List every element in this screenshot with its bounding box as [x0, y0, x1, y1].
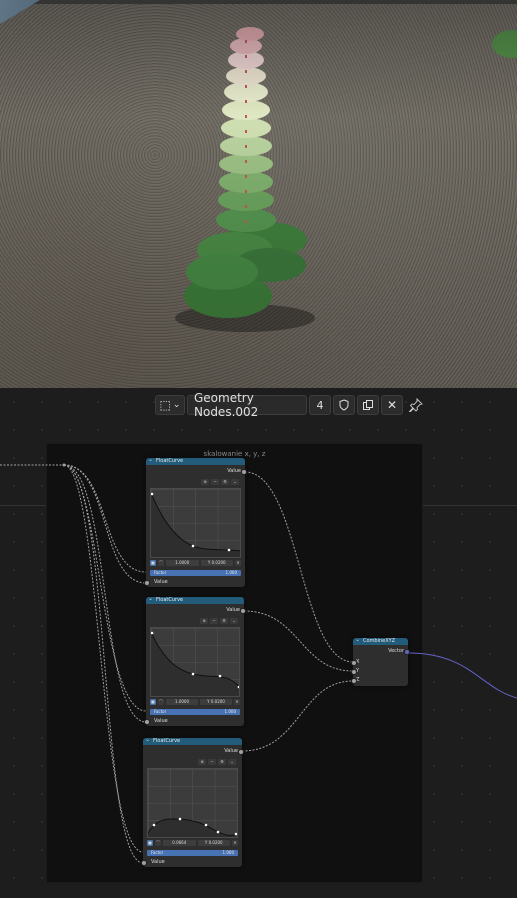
float-curve-node-3[interactable]: FloatCurve Value ⊕ − ⚙ ⌄ ▦ ⌒ 0.0664 Y 0.… [141, 736, 244, 867]
node-editor[interactable]: ⬚ ⌄ Geometry Nodes.002 4 ✕ skalowanie x,… [0, 388, 517, 898]
float-curve-node-1[interactable]: FloatCurve Value ⊕ − ⚙ ⌄ ▦ ⌒ 1.0000 Y 0.… [144, 456, 247, 587]
chevron-down-icon[interactable]: ⌄ [230, 618, 238, 624]
vector-handle-icon[interactable]: ▦ [150, 559, 156, 566]
minus-icon[interactable]: − [210, 618, 218, 624]
curve-graph [151, 492, 240, 557]
settings-icon[interactable]: ⚙ [220, 618, 228, 624]
point-y-field[interactable]: Y 0.0200 [200, 698, 232, 705]
close-icon[interactable]: ✕ [235, 559, 241, 566]
point-x-field[interactable]: 1.0000 [166, 559, 199, 566]
zoom-icon[interactable]: ⊕ [200, 618, 208, 624]
minus-icon[interactable]: − [208, 759, 216, 765]
plant-render [175, 27, 517, 332]
zoom-icon[interactable]: ⊕ [198, 759, 206, 765]
minus-icon[interactable]: − [211, 479, 219, 485]
input-socket[interactable] [141, 860, 147, 866]
output-label: Value [227, 468, 241, 474]
curve-toolbar: ⊕ − ⚙ ⌄ [201, 479, 239, 485]
factor-value: 1.000 [224, 709, 236, 714]
curve-toolbar: ⊕ − ⚙ ⌄ [200, 618, 238, 624]
factor-label: Factor [154, 709, 167, 714]
factor-slider[interactable]: Factor 1.000 [150, 709, 240, 715]
node-title: FloatCurve [143, 736, 242, 745]
settings-icon[interactable]: ⚙ [221, 479, 229, 485]
node-links [0, 463, 517, 864]
point-x-field[interactable]: 1.0000 [166, 698, 198, 705]
point-y-field[interactable]: Y 0.0200 [200, 559, 233, 566]
combine-xyz-node[interactable]: CombineXYZ Vector X Y Z [351, 636, 410, 686]
settings-icon[interactable]: ⚙ [218, 759, 226, 765]
zoom-icon[interactable]: ⊕ [201, 479, 209, 485]
curve-graph [151, 631, 239, 696]
input-socket[interactable] [144, 719, 150, 725]
auto-handle-icon[interactable]: ⌒ [158, 559, 164, 566]
output-label: Value [226, 607, 240, 613]
node-title: FloatCurve [146, 456, 245, 465]
chevron-down-icon[interactable]: ⌄ [231, 479, 239, 485]
close-icon[interactable]: ✕ [234, 698, 240, 705]
output-socket[interactable] [240, 608, 246, 614]
vector-handle-icon[interactable]: ▦ [150, 698, 156, 705]
node-title: FloatCurve [146, 595, 244, 604]
3d-viewport[interactable] [0, 0, 517, 388]
output-label: Vector [388, 648, 404, 654]
factor-label: Factor [154, 570, 167, 575]
point-y-field[interactable]: Y 0.0200 [197, 839, 230, 846]
curve-toolbar: ⊕ − ⚙ ⌄ [198, 759, 236, 765]
point-row: ▦ ⌒ 0.0664 Y 0.0200 ✕ [147, 839, 238, 846]
factor-value: 1.000 [225, 570, 237, 575]
input-socket-z[interactable] [351, 678, 357, 684]
output-socket[interactable] [238, 749, 244, 755]
node-title: CombineXYZ [353, 636, 408, 645]
factor-slider[interactable]: Factor 1.000 [147, 850, 238, 856]
input-socket-y[interactable] [351, 669, 357, 675]
input-socket[interactable] [144, 580, 150, 586]
factor-slider[interactable]: Factor 1.000 [150, 570, 241, 576]
auto-handle-icon[interactable]: ⌒ [155, 839, 161, 846]
input-label: Value [154, 718, 168, 724]
curve-widget[interactable] [147, 768, 238, 838]
output-socket[interactable] [404, 649, 410, 655]
sky-corner [0, 0, 40, 24]
factor-value: 1.000 [222, 850, 234, 855]
point-row: ▦ ⌒ 1.0000 Y 0.0200 ✕ [150, 698, 240, 705]
point-x-field[interactable]: 0.0664 [163, 839, 196, 846]
input-socket-x[interactable] [351, 660, 357, 666]
output-socket[interactable] [241, 469, 247, 475]
close-icon[interactable]: ✕ [232, 839, 238, 846]
input-label: Value [154, 579, 168, 585]
float-curve-node-2[interactable]: FloatCurve Value ⊕ − ⚙ ⌄ ▦ ⌒ 1.0000 Y 0.… [144, 595, 246, 726]
curve-widget[interactable] [150, 488, 241, 558]
point-row: ▦ ⌒ 1.0000 Y 0.0200 ✕ [150, 559, 241, 566]
curve-graph [148, 817, 237, 837]
viewport-top-strip [0, 0, 517, 4]
input-label: Value [151, 859, 165, 865]
factor-label: Factor [151, 850, 164, 855]
vector-handle-icon[interactable]: ▦ [147, 839, 153, 846]
curve-widget[interactable] [150, 627, 240, 697]
output-label: Value [224, 748, 238, 754]
auto-handle-icon[interactable]: ⌒ [158, 698, 164, 705]
chevron-down-icon[interactable]: ⌄ [228, 759, 236, 765]
